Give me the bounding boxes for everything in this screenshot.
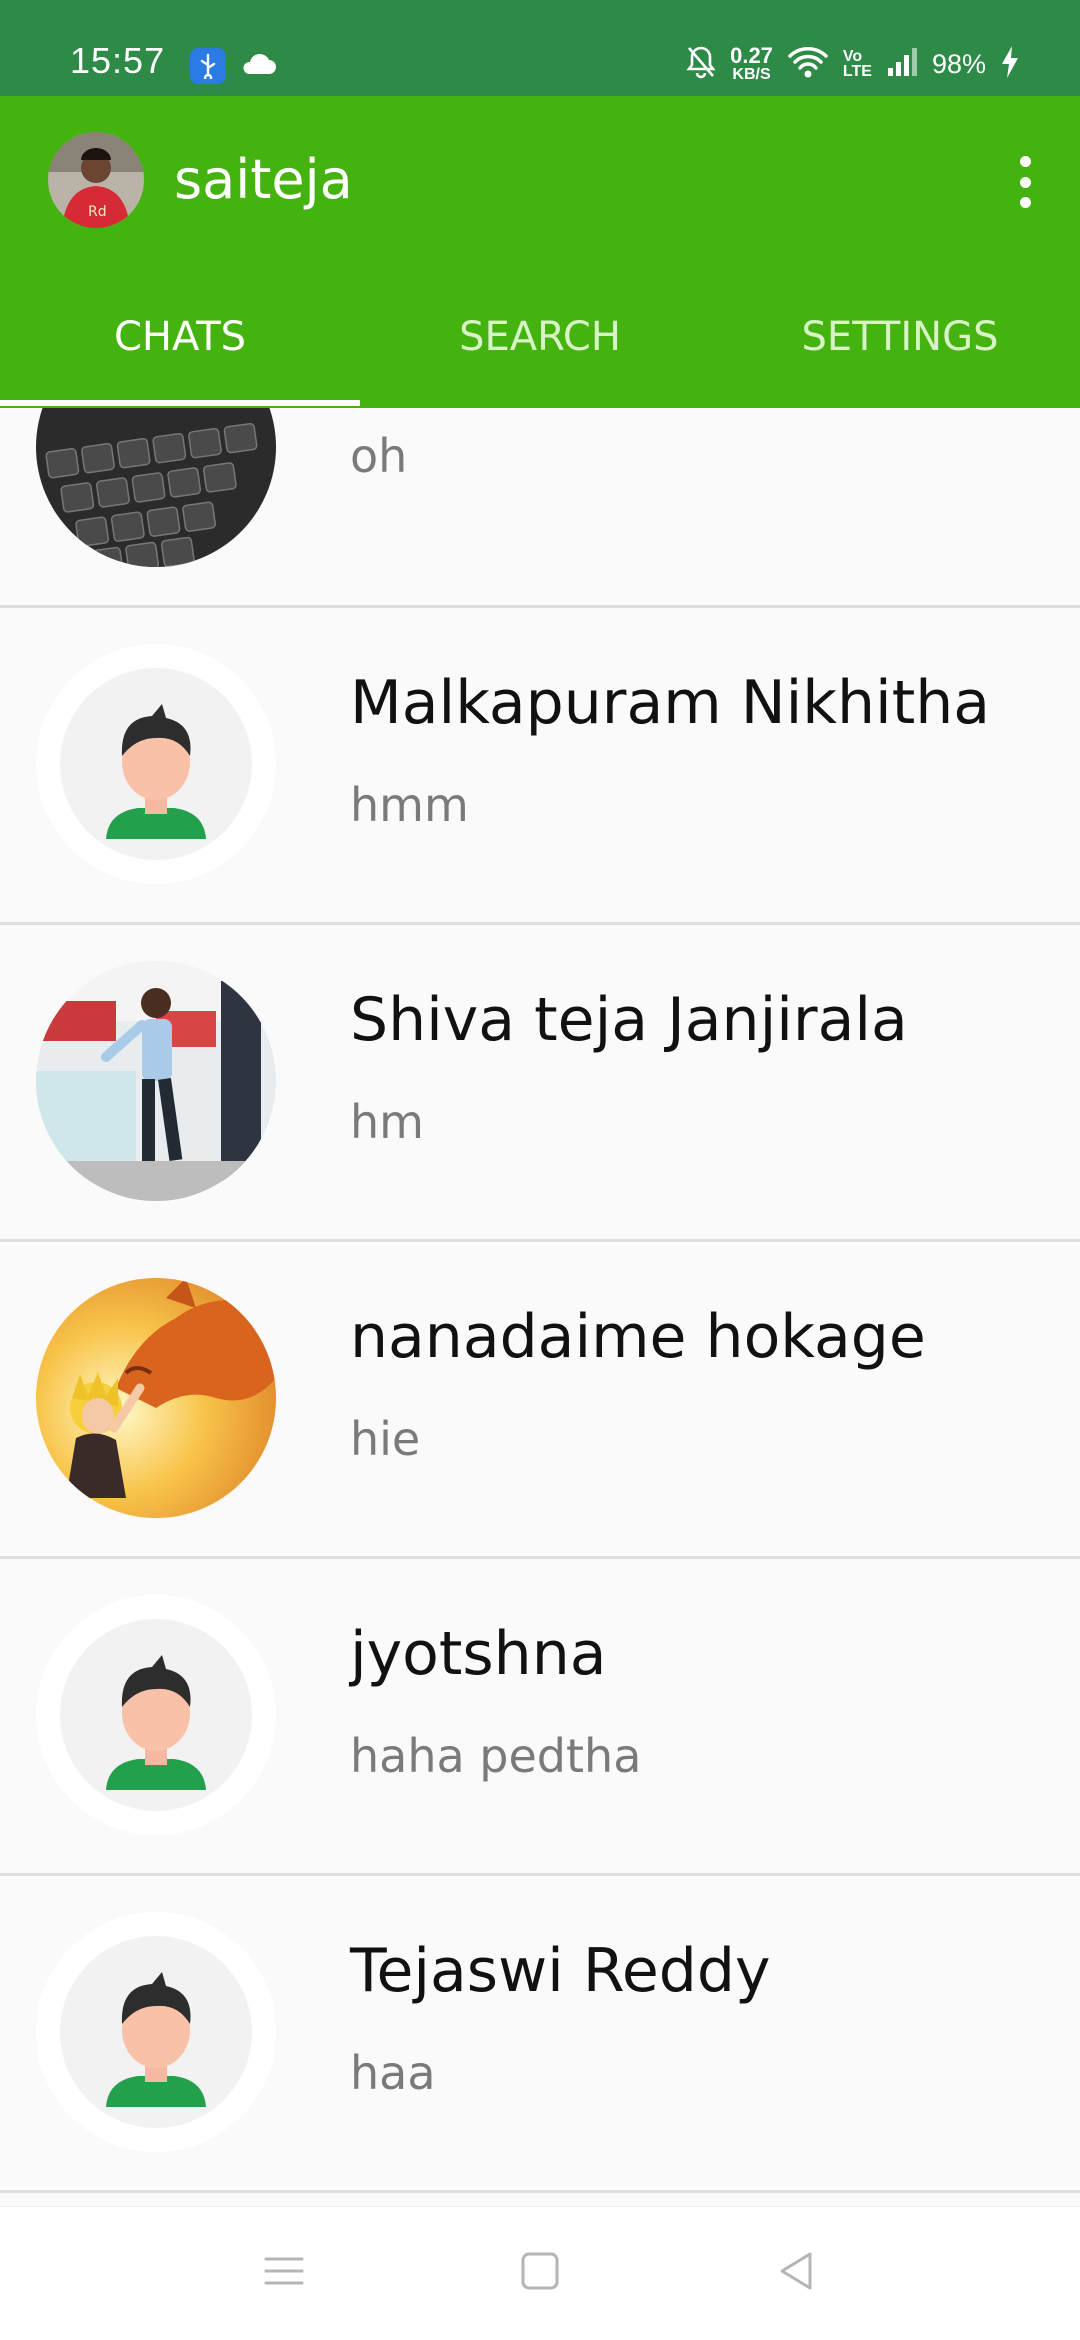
cloud-icon [240, 52, 276, 80]
volte-bottom: LTE [842, 63, 872, 80]
chat-list: oh Malkapuram Nikhitha hmm Shiva teja Ja… [0, 408, 1080, 2206]
tab-indicator [0, 400, 360, 406]
app-bar: Rd saiteja CHATS SEARCH SETTINGS [0, 96, 1080, 408]
volte-indicator: Vo LTE [842, 47, 872, 80]
system-nav-bar [0, 2206, 1080, 2340]
chat-name: Shiva teja Janjirala [350, 985, 908, 1055]
profile-avatar[interactable]: Rd [48, 132, 144, 228]
chat-message: haha pedtha [350, 1729, 642, 1783]
chat-avatar-default [36, 1912, 276, 2152]
chat-avatar-photo [36, 961, 276, 1201]
tab-bar: CHATS SEARCH SETTINGS [0, 304, 1080, 408]
notifications-off-icon [686, 45, 716, 84]
chat-name: jyotshna [350, 1619, 607, 1689]
tab-chats[interactable]: CHATS [0, 304, 360, 408]
network-speed-unit: KB/S [732, 66, 771, 83]
home-icon[interactable] [518, 2249, 562, 2297]
menu-dot [1019, 156, 1031, 167]
chat-item[interactable]: Malkapuram Nikhitha hmm [0, 608, 1080, 925]
chat-avatar-anime [36, 1278, 276, 1518]
chat-item[interactable]: jyotshna haha pedtha [0, 1559, 1080, 1876]
app-title: saiteja [174, 148, 353, 211]
usb-icon [190, 48, 226, 84]
recent-apps-icon[interactable] [262, 2249, 306, 2297]
tab-settings[interactable]: SETTINGS [720, 304, 1080, 408]
wifi-icon [787, 45, 829, 84]
network-speed: 0.27 KB/S [730, 45, 773, 83]
chat-message: hmm [350, 778, 469, 832]
menu-dot [1019, 197, 1031, 208]
menu-dot [1019, 176, 1031, 188]
volte-top: Vo [842, 47, 863, 65]
chat-avatar-default [36, 1595, 276, 1835]
chat-avatar-keyboard [36, 408, 276, 567]
battery-percent: 98% [931, 48, 986, 79]
charging-icon [1000, 45, 1020, 84]
chat-name: Tejaswi Reddy [350, 1936, 771, 2006]
chat-message: haa [350, 2046, 436, 2100]
network-speed-value: 0.27 [730, 43, 773, 68]
status-time: 15:57 [70, 40, 166, 81]
status-icons: 0.27 KB/S Vo LTE 98% [686, 40, 1020, 88]
chat-message: oh [350, 429, 408, 483]
chat-item[interactable]: oh [0, 408, 1080, 608]
chat-message: hm [350, 1095, 424, 1149]
signal-icon [886, 46, 918, 83]
chat-item[interactable]: nanadaime hokage hie [0, 1242, 1080, 1559]
tab-search[interactable]: SEARCH [360, 304, 720, 408]
chat-name: nanadaime hokage [350, 1302, 926, 1372]
back-icon[interactable] [774, 2249, 818, 2297]
chat-message: hie [350, 1412, 421, 1466]
chat-item[interactable]: Shiva teja Janjirala hm [0, 925, 1080, 1242]
overflow-menu-button[interactable] [1010, 152, 1040, 212]
chat-item[interactable]: Tejaswi Reddy haa [0, 1876, 1080, 2193]
status-bar: 15:57 0.27 KB/S Vo LTE 98% [0, 0, 1080, 96]
chat-avatar-default [36, 644, 276, 884]
svg-text:Rd: Rd [88, 204, 107, 220]
chat-name: Malkapuram Nikhitha [350, 668, 991, 738]
